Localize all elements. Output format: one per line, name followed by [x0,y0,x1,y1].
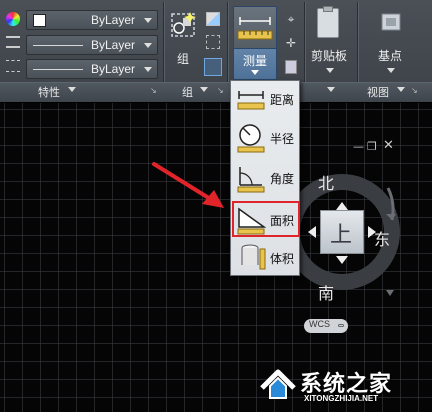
chevron-down-icon [338,324,344,327]
watermark: 系统之家 XITONGZHIJIA.NET [258,362,430,410]
properties-panel-label[interactable]: 特性 [38,84,60,100]
chevron-down-icon[interactable] [200,87,208,92]
watermark-logo [260,369,296,399]
group-select-icon[interactable] [204,58,222,76]
group-panel-label[interactable]: 组 [182,84,193,100]
chevron-down-icon[interactable] [326,68,334,73]
watermark-url: XITONGZHIJIA.NET [304,394,379,403]
measure-icon [234,7,276,49]
viewcube-face[interactable]: 上 [320,210,364,254]
chevron-down-icon [144,43,152,48]
view-panel-label[interactable]: 视图 [367,84,389,100]
color-value: ByLayer [90,13,135,27]
viewport-controls: — ❐ ✕ [353,138,413,154]
lineweight-preview [33,69,83,70]
minimize-icon[interactable]: — [353,140,364,153]
chevron-down-icon[interactable] [397,87,405,92]
lineweight-value: ByLayer [90,62,135,76]
menu-item-distance[interactable]: 距离 [234,85,298,115]
group-edit-icon[interactable] [206,35,220,49]
close-icon[interactable]: ✕ [383,138,394,153]
north-label[interactable]: 北 [318,170,334,194]
calculator-icon[interactable] [285,60,297,74]
ungroup-icon[interactable] [206,12,220,26]
chevron-down-icon[interactable] [387,68,395,73]
basepoint-label[interactable]: 基点 [378,47,402,64]
panel-launcher-icon[interactable]: ↘ [217,86,224,95]
quickcalc-icon[interactable]: ⌖ [284,12,298,26]
menu-item-angle[interactable]: 角度 [234,161,298,195]
menu-item-volume[interactable]: 体积 [234,241,298,275]
linetype-combo[interactable]: ByLayer [26,35,158,55]
menu-item-radius[interactable]: 半径 [234,121,298,155]
color-combo[interactable]: ByLayer [26,10,158,30]
area-icon [236,205,267,235]
linetype-value: ByLayer [90,38,135,52]
group-icon[interactable] [170,10,198,44]
measure-label: 测量 [242,54,267,68]
radius-icon [236,123,266,153]
chevron-down-icon[interactable] [68,87,76,92]
lineweight-combo[interactable]: ByLayer [26,59,158,79]
ucs-label: WCS [309,319,330,329]
chevron-down-icon[interactable] [327,87,335,92]
menu-item-label: 体积 [270,252,295,266]
point-icon[interactable]: ✛ [284,36,298,50]
panel-launcher-icon[interactable]: ↘ [150,86,157,95]
face-label: 上 [330,223,353,248]
angle-icon [236,163,266,193]
basepoint-icon[interactable] [378,12,404,36]
list-icon[interactable] [6,60,20,72]
measure-button[interactable]: 测量 [233,6,277,80]
chevron-down-icon [251,70,259,75]
clipboard-label[interactable]: 剪贴板 [311,47,347,64]
linetype-icon[interactable] [6,36,20,48]
chevron-down-icon [144,67,152,72]
chevron-down-icon [144,18,152,23]
menu-item-label: 角度 [270,172,295,186]
annotation-arrow-icon [152,162,224,208]
panel-launcher-icon[interactable]: ↘ [411,86,418,95]
volume-icon [236,243,266,273]
distance-icon [236,87,266,117]
color-wheel-icon[interactable] [6,12,20,26]
clipboard-icon[interactable] [317,6,339,38]
menu-item-label: 半径 [270,132,295,146]
east-label[interactable]: 东 [374,226,390,250]
menu-item-label: 面积 [270,214,295,228]
color-swatch [33,14,46,27]
measure-menu: 距离 半径 角度 面积 体积 [230,80,300,276]
restore-icon[interactable]: ❐ [367,140,377,153]
group-button-label[interactable]: 组 [177,50,189,67]
ucs-menu[interactable]: WCS [304,319,348,333]
south-label[interactable]: 南 [318,280,334,304]
menu-item-label: 距离 [270,93,295,107]
menu-item-area[interactable]: 面积 [232,201,300,237]
linetype-preview [33,45,83,46]
ribbon: ByLayer ByLayer ByLayer 组 测量 ⌖ ✛ 剪贴板 基点 … [0,0,432,102]
